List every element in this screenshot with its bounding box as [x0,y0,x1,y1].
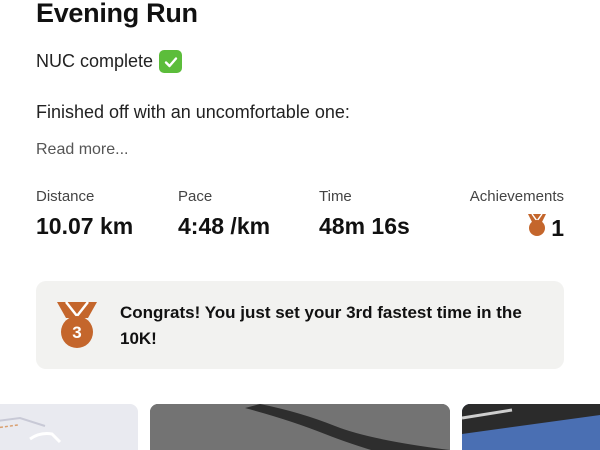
activity-description: Finished off with an uncomfortable one: [36,102,350,122]
route-map-thumbnail[interactable] [0,404,138,450]
stat-time: Time 48m 16s [319,188,410,240]
activity-page: Evening Run NUC complete Finished off wi… [0,0,600,450]
achievement-card[interactable]: 3 Congrats! You just set your 3rd fastes… [36,281,564,369]
achievements-count: 1 [551,214,564,241]
stat-pace: Pace 4:48 /km [178,188,270,240]
stat-label: Time [319,188,352,205]
check-mark-icon [159,50,183,73]
medal-number: 3 [72,323,81,342]
activity-title: Evening Run [36,0,198,28]
stat-value: 10.07 km [36,213,134,239]
stat-label: Distance [36,188,95,205]
stat-distance: Distance 10.07 km [36,188,133,240]
medal-icon: 3 [54,300,100,355]
media-carousel [0,404,600,450]
photo-thumbnail[interactable] [462,404,600,450]
stats-row: Distance 10.07 km Pace 4:48 /km Time 48m… [0,188,600,248]
stat-achievements[interactable]: Achievements 1 [470,188,564,243]
read-more-link[interactable]: Read more... [36,141,128,159]
stat-value: 4:48 /km [178,213,271,239]
stat-value: 48m 16s [319,213,410,239]
achievement-text: Congrats! You just set your 3rd fastest … [120,303,522,348]
subtitle-text: NUC complete [36,51,154,71]
achievements-value: 1 [470,213,564,243]
stat-label: Achievements [469,188,564,205]
stat-label: Pace [178,188,213,205]
photo-thumbnail[interactable] [150,404,450,450]
activity-subtitle: NUC complete [36,50,183,73]
medal-icon [526,213,548,243]
